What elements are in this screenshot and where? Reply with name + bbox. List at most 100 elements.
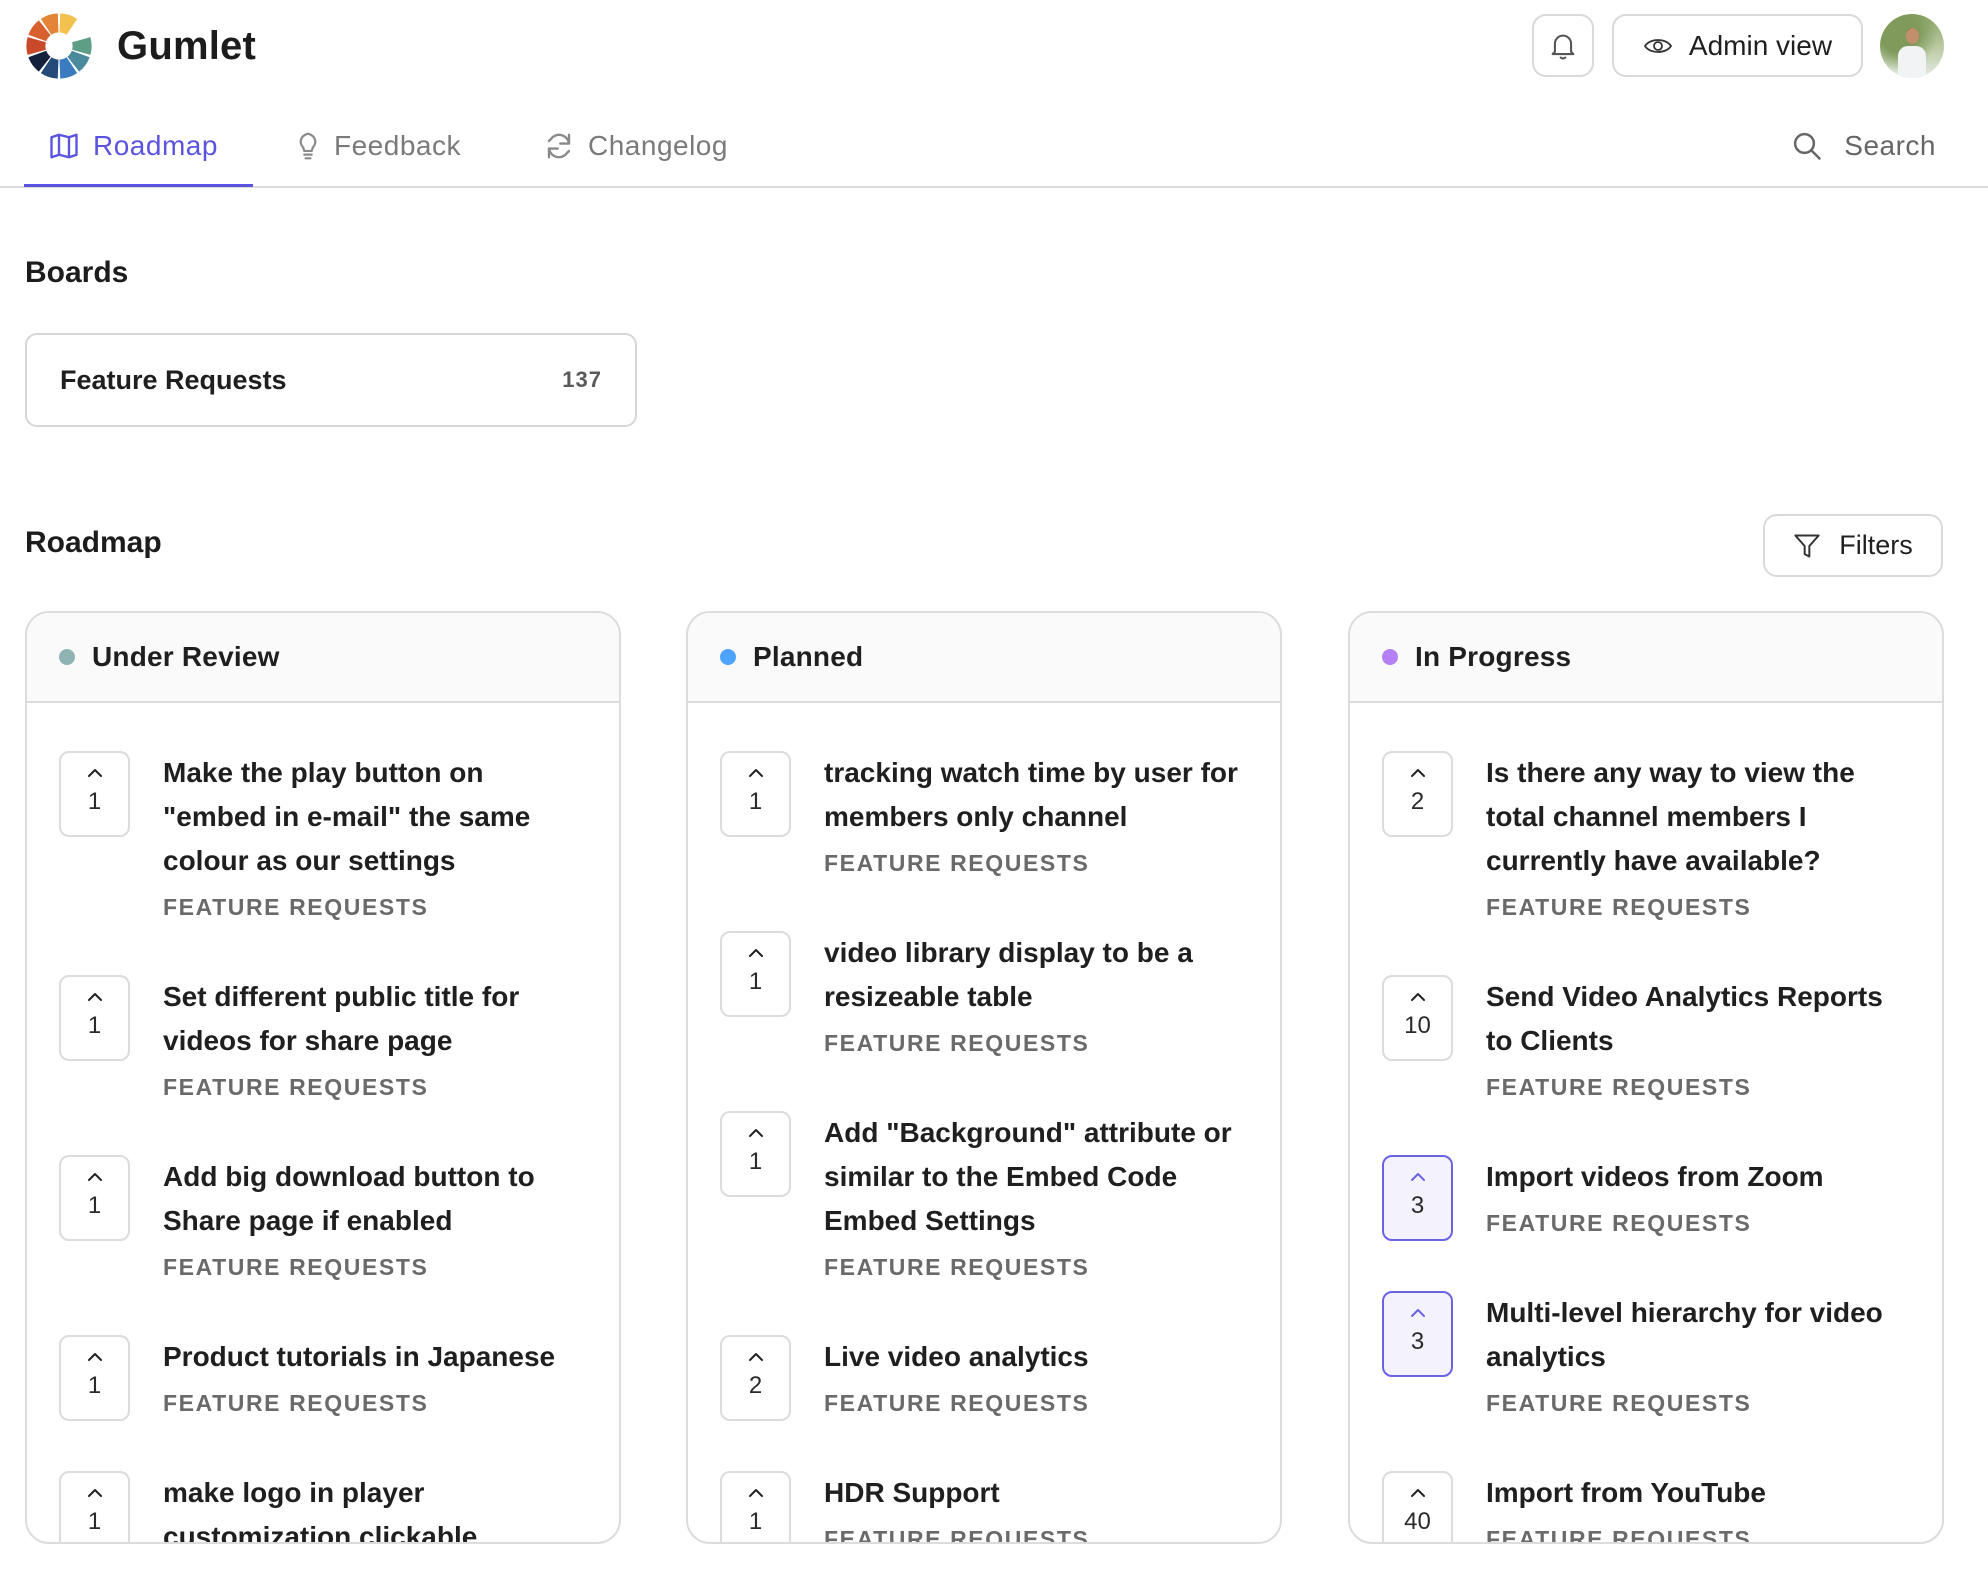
item-category: FEATURE REQUESTS <box>1486 1390 1752 1416</box>
roadmap-item[interactable]: 2 Is there any way to view the total chan… <box>1382 751 1912 927</box>
item-title[interactable]: Live video analytics <box>824 1335 1250 1379</box>
vote-count: 3 <box>1410 1328 1425 1355</box>
roadmap-item[interactable]: 1 Add "Background" attribute or similar t… <box>720 1111 1250 1287</box>
item-content: Add big download button to Share page if… <box>163 1155 589 1287</box>
board-card-feature-requests[interactable]: Feature Requests 137 <box>25 333 637 427</box>
item-title[interactable]: Import from YouTube <box>1486 1471 1912 1515</box>
roadmap-item[interactable]: 1 Add big download button to Share page i… <box>59 1155 589 1287</box>
roadmap-heading: Roadmap <box>25 526 162 559</box>
notifications-button[interactable] <box>1532 14 1594 77</box>
item-title[interactable]: HDR Support <box>824 1471 1250 1515</box>
item-content: Send Video Analytics Reports to Clients F… <box>1486 975 1912 1107</box>
active-tab-indicator <box>24 184 253 187</box>
item-title[interactable]: Add big download button to Share page if… <box>163 1155 589 1243</box>
roadmap-item[interactable]: 10 Send Video Analytics Reports to Client… <box>1382 975 1912 1107</box>
status-dot-icon <box>720 649 736 665</box>
column-under-review: Under Review 1 Make the play button on "e… <box>25 611 621 1544</box>
roadmap-item[interactable]: 3 Multi-level hierarchy for video analyti… <box>1382 1291 1912 1423</box>
column-items[interactable]: 1 Make the play button on "embed in e-mai… <box>27 703 619 1542</box>
item-title[interactable]: Product tutorials in Japanese <box>163 1335 589 1379</box>
upvote-button[interactable]: 1 <box>59 1155 130 1241</box>
refresh-icon <box>547 133 571 159</box>
item-category: FEATURE REQUESTS <box>824 1254 1090 1280</box>
upvote-button[interactable]: 1 <box>720 931 791 1017</box>
upvote-button[interactable]: 1 <box>59 975 130 1061</box>
roadmap-item[interactable]: 1 Make the play button on "embed in e-mai… <box>59 751 589 927</box>
chevron-up-icon <box>748 769 763 777</box>
boards-heading: Boards <box>25 256 129 289</box>
item-category: FEATURE REQUESTS <box>824 1390 1090 1416</box>
chevron-up-icon <box>87 769 102 777</box>
item-title[interactable]: Send Video Analytics Reports to Clients <box>1486 975 1912 1063</box>
roadmap-item[interactable]: 1 Set different public title for videos f… <box>59 975 589 1107</box>
upvote-button[interactable]: 40 <box>1382 1471 1453 1542</box>
roadmap-item[interactable]: 1 tracking watch time by user for members… <box>720 751 1250 883</box>
tab-changelog[interactable]: Changelog <box>544 124 728 168</box>
roadmap-item[interactable]: 1 Product tutorials in Japanese FEATURE RE… <box>59 1335 589 1423</box>
column-planned: Planned 1 tracking watch time by user for… <box>686 611 1282 1544</box>
upvote-button[interactable]: 1 <box>59 1471 130 1542</box>
search-button[interactable]: Search <box>1792 124 1936 168</box>
upvote-button[interactable]: 3 <box>1382 1155 1453 1241</box>
roadmap-item[interactable]: 1 make logo in player customization click… <box>59 1471 589 1542</box>
upvote-button[interactable]: 2 <box>720 1335 791 1421</box>
column-title: Planned <box>753 641 864 672</box>
item-title[interactable]: Make the play button on "embed in e-mail… <box>163 751 589 883</box>
column-items[interactable]: 2 Is there any way to view the total chan… <box>1350 703 1942 1542</box>
upvote-button[interactable]: 1 <box>59 1335 130 1421</box>
gumlet-logo-icon[interactable] <box>25 12 93 80</box>
bell-icon <box>1551 34 1575 59</box>
admin-view-button[interactable]: Admin view <box>1612 14 1863 77</box>
chevron-up-icon <box>1410 1309 1425 1317</box>
chevron-up-icon <box>87 993 102 1001</box>
eye-icon <box>1643 38 1672 53</box>
filter-icon <box>1794 534 1820 557</box>
item-content: Multi-level hierarchy for video analytic… <box>1486 1291 1912 1423</box>
roadmap-item[interactable]: 1 video library display to be a resizeabl… <box>720 931 1250 1063</box>
upvote-button[interactable]: 1 <box>720 1111 791 1197</box>
item-content: video library display to be a resizeable… <box>824 931 1250 1063</box>
item-title[interactable]: video library display to be a resizeable… <box>824 931 1250 1019</box>
upvote-button[interactable]: 10 <box>1382 975 1453 1061</box>
item-content: Live video analytics FEATURE REQUESTS <box>824 1335 1250 1423</box>
brand-name[interactable]: Gumlet <box>117 18 256 74</box>
board-name: Feature Requests <box>60 364 287 395</box>
item-title[interactable]: Add "Background" attribute or similar to… <box>824 1111 1250 1243</box>
item-title[interactable]: Multi-level hierarchy for video analytic… <box>1486 1291 1912 1379</box>
top-bar: Gumlet Admin view <box>0 0 1988 90</box>
chevron-up-icon <box>1410 1489 1425 1497</box>
item-title[interactable]: Is there any way to view the total chann… <box>1486 751 1912 883</box>
chevron-up-icon <box>87 1489 102 1497</box>
item-category: FEATURE REQUESTS <box>1486 1210 1752 1236</box>
filters-button[interactable]: Filters <box>1763 514 1943 577</box>
main-nav: Roadmap Feedback Changelog Search <box>0 100 1988 188</box>
roadmap-item[interactable]: 2 Live video analytics FEATURE REQUESTS <box>720 1335 1250 1423</box>
item-title[interactable]: Import videos from Zoom <box>1486 1155 1912 1199</box>
chevron-up-icon <box>1410 1173 1425 1181</box>
roadmap-item[interactable]: 3 Import videos from Zoom FEATURE REQUESTS <box>1382 1155 1912 1243</box>
upvote-button[interactable]: 2 <box>1382 751 1453 837</box>
upvote-button[interactable]: 1 <box>720 1471 791 1542</box>
column-header: Planned <box>688 613 1280 703</box>
item-title[interactable]: tracking watch time by user for members … <box>824 751 1250 839</box>
upvote-button[interactable]: 1 <box>720 751 791 837</box>
tab-feedback[interactable]: Feedback <box>296 124 461 168</box>
user-avatar[interactable] <box>1880 14 1944 78</box>
upvote-button[interactable]: 3 <box>1382 1291 1453 1377</box>
chevron-up-icon <box>87 1353 102 1361</box>
column-title: Under Review <box>92 641 280 672</box>
tab-roadmap[interactable]: Roadmap <box>49 124 218 168</box>
item-title[interactable]: make logo in player customization clicka… <box>163 1471 589 1542</box>
upvote-button[interactable]: 1 <box>59 751 130 837</box>
chevron-up-icon <box>748 1353 763 1361</box>
item-category: FEATURE REQUESTS <box>824 1030 1090 1056</box>
item-content: Product tutorials in Japanese FEATURE REQ… <box>163 1335 589 1423</box>
item-content: Import videos from Zoom FEATURE REQUESTS <box>1486 1155 1912 1243</box>
roadmap-item[interactable]: 1 HDR Support FEATURE REQUESTS <box>720 1471 1250 1542</box>
roadmap-item[interactable]: 40 Import from YouTube FEATURE REQUESTS <box>1382 1471 1912 1542</box>
item-title[interactable]: Set different public title for videos fo… <box>163 975 589 1063</box>
column-items[interactable]: 1 tracking watch time by user for members… <box>688 703 1280 1542</box>
item-content: tracking watch time by user for members … <box>824 751 1250 883</box>
chevron-up-icon <box>748 949 763 957</box>
map-icon <box>50 133 78 159</box>
